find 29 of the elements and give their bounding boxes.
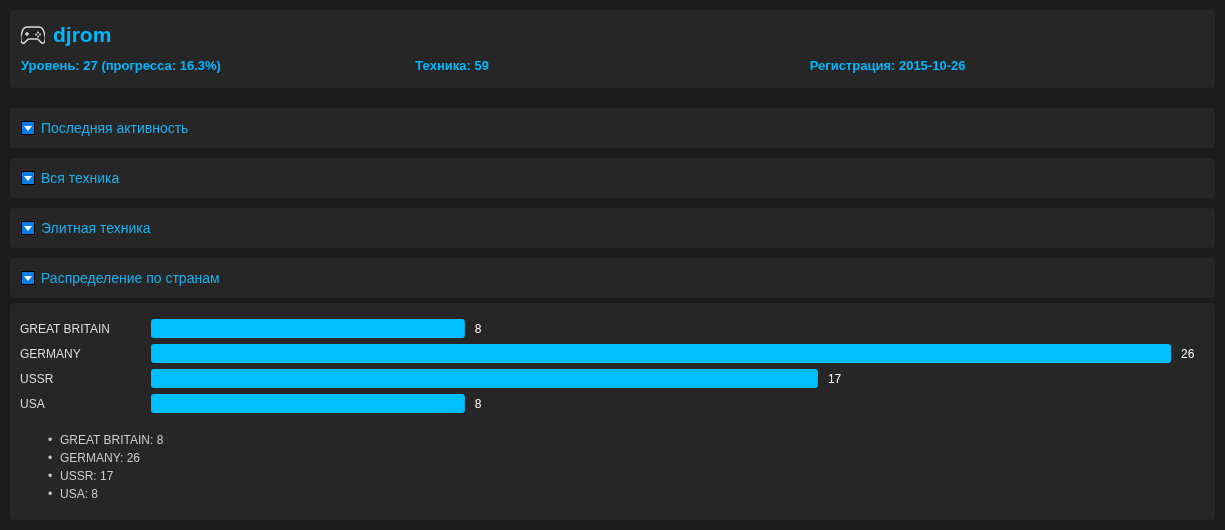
stat-text: Техника: 59	[415, 57, 490, 75]
bullet: •	[48, 450, 53, 467]
section-header[interactable]: Вся техника	[10, 158, 1215, 198]
bullet: •	[48, 432, 53, 449]
data-label: 17	[827, 372, 842, 386]
toggle-icon	[21, 121, 35, 135]
bullet: •	[48, 486, 53, 503]
username: djrom	[53, 24, 112, 45]
axis-label: GREAT BRITAIN	[20, 322, 110, 336]
section-header[interactable]: Распределение по странам	[10, 258, 1215, 298]
toggle-icon	[21, 171, 35, 185]
stat-text: Уровень: 27 (прогресса: 16.3%)	[21, 57, 222, 75]
section-header[interactable]: Последняя активность	[10, 108, 1215, 148]
axis-label: USA	[20, 397, 45, 411]
section-header[interactable]: Элитная техника	[10, 208, 1215, 248]
data-label: 8	[474, 322, 482, 336]
list-item: USA: 8	[60, 486, 98, 503]
bullet: •	[48, 468, 53, 485]
gamepad-icon	[21, 25, 45, 44]
list-item: USSR: 17	[60, 468, 114, 485]
toggle-icon	[21, 221, 35, 235]
list-item: GREAT BRITAIN: 8	[60, 432, 164, 449]
list-item: GERMANY: 26	[60, 450, 141, 467]
stat-text: Регистрация: 2015-10-26	[809, 57, 967, 75]
data-label: 26	[1181, 347, 1195, 361]
axis-label: USSR	[20, 372, 54, 386]
data-label: 8	[474, 397, 482, 411]
axis-label: GERMANY	[20, 347, 81, 361]
toggle-icon	[21, 271, 35, 285]
